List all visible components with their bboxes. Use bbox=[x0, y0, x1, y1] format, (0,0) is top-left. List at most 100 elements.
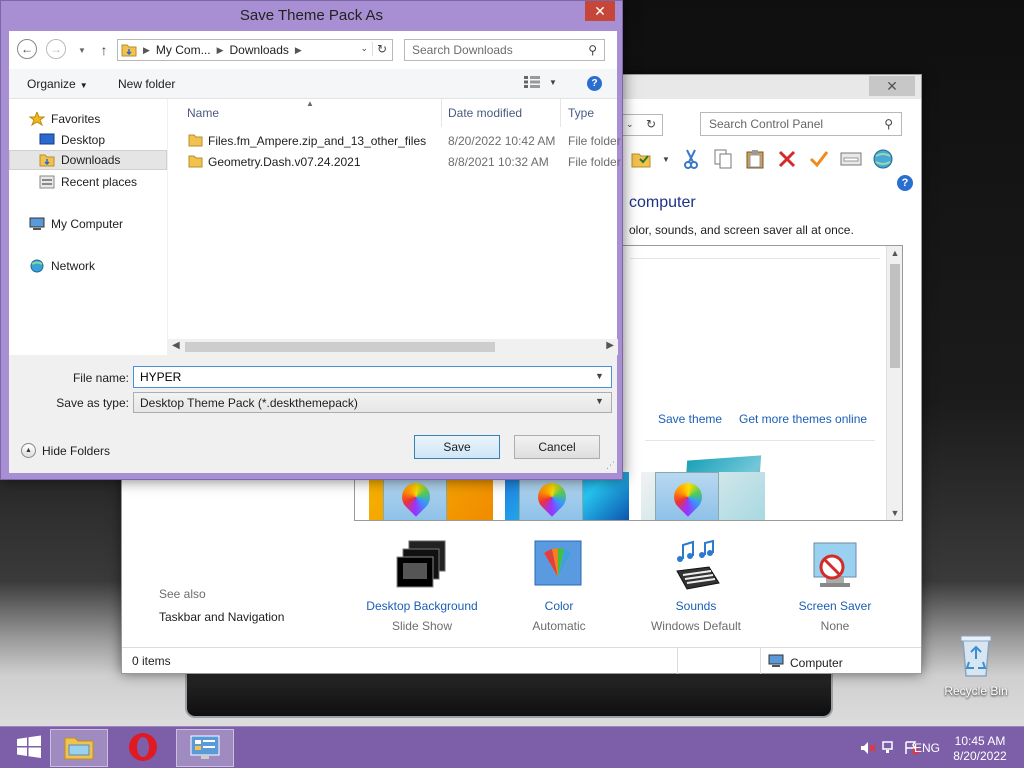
screen-saver-item[interactable]: Screen Saver None bbox=[765, 539, 905, 633]
save-button[interactable]: Save bbox=[414, 435, 500, 459]
cp-search-placeholder: Search Control Panel bbox=[709, 117, 824, 131]
nav-my-computer[interactable]: My Computer bbox=[9, 214, 167, 234]
sounds-link[interactable]: Sounds bbox=[626, 599, 766, 613]
chevron-down-icon[interactable]: ⌄ bbox=[360, 43, 368, 54]
taskbar-opera[interactable] bbox=[114, 729, 172, 767]
nav-network[interactable]: Network bbox=[9, 256, 167, 276]
recent-places-icon bbox=[39, 175, 55, 189]
recycle-bin-label: Recycle Bin bbox=[944, 684, 1008, 698]
new-folder-button[interactable]: New folder bbox=[118, 77, 175, 91]
scroll-thumb[interactable] bbox=[890, 264, 900, 368]
organize-label: Organize bbox=[27, 77, 76, 91]
back-button[interactable]: ← bbox=[17, 39, 37, 59]
recent-locations-button[interactable]: ▼ bbox=[71, 39, 93, 61]
chevron-down-icon[interactable]: ▼ bbox=[549, 78, 557, 87]
scissors-icon[interactable] bbox=[678, 146, 704, 172]
breadcrumb-item-downloads[interactable]: Downloads bbox=[230, 43, 289, 57]
more-themes-link[interactable]: Get more themes online bbox=[739, 412, 867, 426]
chevron-right-icon: ▶ bbox=[294, 44, 302, 55]
refresh-icon[interactable]: ↻ bbox=[646, 117, 656, 131]
scroll-up-icon[interactable]: ▲ bbox=[887, 248, 902, 258]
desktop-background-link[interactable]: Desktop Background bbox=[352, 599, 492, 613]
file-row[interactable]: Files.fm_Ampere.zip_and_13_other_files 8… bbox=[168, 131, 621, 151]
search-icon: ⚲ bbox=[884, 117, 893, 131]
cp-close-button[interactable]: ✕ bbox=[869, 76, 915, 96]
scroll-left-icon[interactable]: ◀ bbox=[172, 340, 180, 351]
cancel-button[interactable]: Cancel bbox=[514, 435, 600, 459]
breadcrumb-item-my-computer[interactable]: My Com... bbox=[156, 43, 211, 57]
theme-scrollbar[interactable]: ▲ ▼ bbox=[886, 246, 902, 520]
copy-icon[interactable] bbox=[710, 146, 736, 172]
up-button[interactable]: ↑ bbox=[93, 39, 115, 61]
file-type: File folder bbox=[568, 155, 621, 169]
forward-button[interactable]: → bbox=[46, 39, 66, 59]
delete-icon[interactable] bbox=[774, 146, 800, 172]
resize-grip-icon[interactable]: ⋰ bbox=[606, 460, 615, 471]
organize-menu[interactable]: Organize ▼ bbox=[27, 77, 88, 91]
save-theme-link[interactable]: Save theme bbox=[658, 412, 722, 426]
properties-icon[interactable] bbox=[838, 146, 864, 172]
view-options-icon[interactable] bbox=[524, 76, 540, 91]
scroll-right-icon[interactable]: ▶ bbox=[606, 340, 614, 351]
hide-folders-button[interactable]: ▲ Hide Folders bbox=[21, 443, 110, 458]
scroll-thumb[interactable] bbox=[185, 342, 495, 352]
cp-heading: computer bbox=[629, 194, 696, 211]
taskbar-control-panel[interactable] bbox=[176, 729, 234, 767]
folder-check-icon[interactable] bbox=[628, 146, 654, 172]
scroll-down-icon[interactable]: ▼ bbox=[887, 508, 902, 518]
star-icon bbox=[28, 110, 46, 127]
search-placeholder: Search Downloads bbox=[412, 43, 513, 57]
nav-network-label: Network bbox=[51, 259, 96, 273]
navigation-pane: Favorites Desktop Downloads Recent place… bbox=[9, 99, 167, 355]
screen-saver-link[interactable]: Screen Saver bbox=[765, 599, 905, 613]
divider bbox=[645, 440, 875, 441]
chevron-down-icon[interactable]: ▼ bbox=[660, 146, 672, 172]
file-row[interactable]: Geometry.Dash.v07.24.2021 8/8/2021 10:32… bbox=[168, 152, 621, 172]
cp-search-input[interactable]: Search Control Panel ⚲ bbox=[700, 112, 902, 136]
network-status-icon[interactable] bbox=[882, 741, 898, 755]
nav-recent-places[interactable]: Recent places bbox=[9, 172, 167, 192]
cp-address-bar[interactable]: ⌄ ↻ bbox=[619, 114, 663, 136]
column-date-modified[interactable]: Date modified bbox=[448, 106, 522, 120]
color-link[interactable]: Color bbox=[489, 599, 629, 613]
taskbar-file-explorer[interactable] bbox=[50, 729, 108, 767]
breadcrumb[interactable]: ▶ My Com... ▶ Downloads ▶ ⌄ ↻ bbox=[117, 39, 393, 61]
nav-desktop[interactable]: Desktop bbox=[9, 130, 167, 150]
volume-muted-icon[interactable] bbox=[860, 741, 876, 755]
sounds-item[interactable]: Sounds Windows Default bbox=[626, 539, 766, 633]
horizontal-scrollbar[interactable]: ◀ ▶ bbox=[168, 339, 618, 355]
computer-icon bbox=[29, 217, 45, 231]
color-item[interactable]: Color Automatic bbox=[489, 539, 629, 633]
nav-downloads[interactable]: Downloads bbox=[9, 150, 167, 170]
clock[interactable]: 10:45 AM 8/20/2022 bbox=[950, 734, 1010, 764]
file-name-input[interactable] bbox=[133, 366, 612, 388]
sort-ascending-icon: ▲ bbox=[306, 99, 314, 108]
cp-help-icon[interactable]: ? bbox=[897, 175, 913, 191]
theme-thumbnail[interactable] bbox=[641, 472, 765, 520]
help-icon[interactable]: ? bbox=[587, 76, 602, 91]
recycle-bin[interactable]: Recycle Bin bbox=[940, 632, 1012, 698]
column-headers: ▲ Name Date modified Type bbox=[168, 99, 617, 127]
nav-favorites[interactable]: Favorites bbox=[9, 109, 167, 129]
checkmark-icon[interactable] bbox=[806, 146, 832, 172]
arrow-up-icon: ↑ bbox=[100, 42, 108, 58]
paste-icon[interactable] bbox=[742, 146, 768, 172]
chevron-down-icon[interactable]: ▼ bbox=[595, 371, 604, 381]
nav-favorites-label: Favorites bbox=[51, 112, 101, 126]
dialog-close-button[interactable]: ✕ bbox=[585, 1, 615, 21]
navigation-bar: ← → ▼ ↑ ▶ My Com... ▶ Downloads ▶ ⌄ ↻ Se… bbox=[9, 31, 617, 69]
globe-icon[interactable] bbox=[870, 146, 896, 172]
chevron-down-icon[interactable]: ▼ bbox=[595, 396, 604, 406]
chevron-up-icon: ▲ bbox=[21, 443, 36, 458]
search-input[interactable]: Search Downloads ⚲ bbox=[404, 39, 605, 61]
taskbar-navigation-link[interactable]: Taskbar and Navigation bbox=[159, 610, 284, 624]
command-bar: Organize ▼ New folder ▼ ? bbox=[9, 69, 617, 99]
column-type[interactable]: Type bbox=[568, 106, 594, 120]
color-value: Automatic bbox=[532, 619, 586, 633]
language-indicator[interactable]: ENG bbox=[914, 741, 940, 755]
palette-icon bbox=[655, 472, 719, 520]
save-as-type-select[interactable]: Desktop Theme Pack (*.deskthemepack) bbox=[133, 392, 612, 413]
desktop-background-item[interactable]: Desktop Background Slide Show bbox=[352, 539, 492, 633]
refresh-icon[interactable]: ↻ bbox=[371, 42, 387, 56]
column-name[interactable]: Name bbox=[187, 106, 219, 120]
